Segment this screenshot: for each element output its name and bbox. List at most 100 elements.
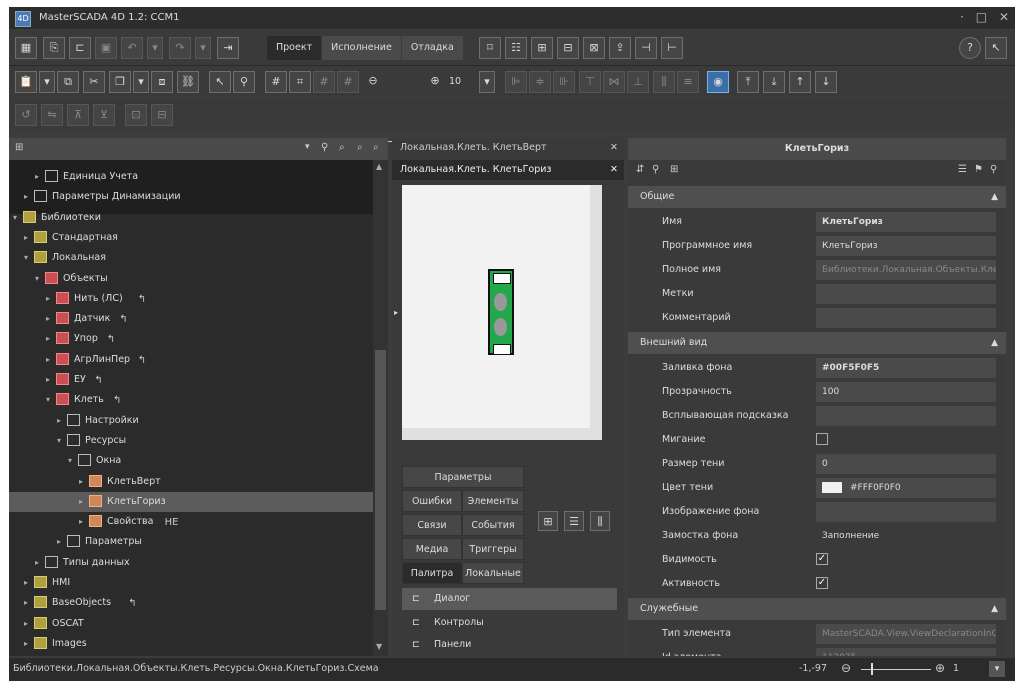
send-backward-icon[interactable]: ↓ [815, 71, 837, 93]
palette-item-controls[interactable]: ⊏ Контролы [402, 612, 617, 634]
property-value[interactable]: 0 [816, 454, 996, 474]
tree-item[interactable]: ▸ Параметры [9, 532, 373, 552]
collapse-icon[interactable]: ▲ [991, 332, 998, 354]
tree-item[interactable]: ▸ OSCAT [9, 614, 373, 634]
categories-icon[interactable]: ⊞ [670, 164, 678, 175]
property-value[interactable]: #00F5F0F5 [816, 358, 996, 378]
chevron-right-icon[interactable]: ▸ [24, 634, 28, 654]
new-project-icon[interactable]: ⎘ [43, 37, 65, 59]
property-value[interactable]: 100 [816, 382, 996, 402]
chevron-down-icon[interactable]: ▾ [35, 269, 39, 289]
grid-snap-dim-icon[interactable]: # [337, 71, 359, 93]
tree-item[interactable]: ▸ Единица Учета [9, 167, 373, 187]
tree-item[interactable]: ▸ Типы данных [9, 553, 373, 573]
tree-item[interactable]: ▸ Нить (ЛС) ↰ [9, 289, 373, 309]
chevron-right-icon[interactable]: ▸ [79, 472, 83, 492]
open-folder-icon[interactable]: ⊏ [69, 37, 91, 59]
chevron-down-icon[interactable]: ▾ [68, 451, 72, 471]
close-icon[interactable]: ✕ [999, 10, 1009, 24]
tab-project[interactable]: Проект [267, 36, 323, 60]
triggers-button[interactable]: Триггеры [462, 538, 524, 560]
save-icon[interactable]: ▣ [95, 37, 117, 59]
property-value[interactable]: #FFF0F0F0 [816, 478, 996, 498]
section-header-general[interactable]: Общие ▲ [628, 186, 1006, 208]
view-columns-icon[interactable]: ⫼ [590, 511, 610, 531]
chevron-down-icon[interactable]: ▾ [24, 248, 28, 268]
bring-forward-icon[interactable]: ↑ [789, 71, 811, 93]
canvas-hscroll[interactable] [402, 428, 590, 440]
upload-icon[interactable]: ⇪ [609, 37, 631, 59]
tree-root-icon[interactable]: ⊞ [15, 142, 23, 153]
tab-runtime[interactable]: Исполнение [322, 36, 402, 60]
chevron-right-icon[interactable]: ▸ [24, 187, 28, 207]
chevron-right-icon[interactable]: ▸ [46, 289, 50, 309]
tree-item[interactable]: ▸ Датчик ↰ [9, 309, 373, 329]
fit-window-icon[interactable]: ⌑ [479, 37, 501, 59]
collapse-icon[interactable]: ▲ [991, 186, 998, 208]
chevron-right-icon[interactable]: ▸ [79, 492, 83, 512]
search-icon[interactable]: ⌕ [339, 142, 345, 153]
tree-item[interactable]: ▸ Упор ↰ [9, 329, 373, 349]
params-button[interactable]: Параметры [402, 466, 524, 488]
align-bottom-icon[interactable]: ⊥ [627, 71, 649, 93]
tree-item[interactable]: ▸ ЕУ ↰ [9, 370, 373, 390]
distribute-h-icon[interactable]: ⫼ [653, 71, 675, 93]
view-tiles-icon[interactable]: ⊞ [538, 511, 558, 531]
property-value[interactable] [816, 502, 996, 522]
zoom-in-icon[interactable]: ⊕ [935, 661, 945, 675]
palette-item-panels[interactable]: ⊏ Панели [402, 634, 617, 656]
send-back-icon[interactable]: ⤓ [763, 71, 785, 93]
tree-item[interactable]: ▸ HMI [9, 573, 373, 593]
rotate-icon[interactable]: ↺ [15, 104, 37, 126]
tree-item[interactable]: ▾ Объекты [9, 269, 373, 289]
snap-grid-icon[interactable]: ⌗ [289, 71, 311, 93]
scroll-up-icon[interactable]: ▲ [376, 162, 382, 171]
align-top-icon[interactable]: ⊤ [579, 71, 601, 93]
zoom-in-icon[interactable]: ⊕ [425, 71, 445, 91]
locals-button[interactable]: Локальные [462, 562, 524, 584]
insert-right-icon[interactable]: ⊢ [661, 37, 683, 59]
property-value[interactable]: КлетьГориз [816, 212, 996, 232]
grid-icon[interactable]: # [265, 71, 287, 93]
group-icon[interactable]: ⧈ [151, 71, 173, 93]
view-list-icon[interactable]: ☰ [564, 511, 584, 531]
link-icon[interactable]: ⛓ [177, 71, 199, 93]
import-icon[interactable]: ⇥ [217, 37, 239, 59]
checkbox[interactable] [816, 433, 828, 445]
tree-item[interactable]: ▾ Библиотеки [9, 208, 373, 228]
property-value[interactable]: 112075 [816, 648, 996, 656]
tree-link-icon[interactable]: ⊠ [583, 37, 605, 59]
zoom-icon[interactable]: ⚲ [233, 71, 255, 93]
klet-element[interactable] [488, 269, 514, 355]
tab-klet-vert[interactable]: Локальная.Клеть. КлетьВерт ✕ [392, 138, 624, 158]
property-value[interactable]: MasterSCADA.View.ViewDeclarationInC [816, 624, 996, 644]
chevron-right-icon[interactable]: ▸ [57, 532, 61, 552]
paste-dropdown-icon[interactable]: ▾ [39, 71, 55, 93]
chevron-right-icon[interactable]: ▸ [46, 370, 50, 390]
send-bottom-icon[interactable]: ⊻ [93, 104, 115, 126]
media-button[interactable]: Медиа [402, 538, 462, 560]
align-center-icon[interactable]: ≑ [529, 71, 551, 93]
status-menu-icon[interactable]: ▾ [989, 661, 1005, 677]
property-value[interactable] [816, 284, 996, 304]
align-middle-icon[interactable]: ⋈ [603, 71, 625, 93]
status-zoom-thumb[interactable] [871, 663, 873, 675]
context-help-icon[interactable]: ↖ [985, 37, 1007, 59]
grid-dim-icon[interactable]: # [313, 71, 335, 93]
minimize-icon[interactable]: · [960, 10, 964, 24]
undo-dropdown-icon[interactable]: ▾ [147, 37, 163, 59]
tree-item[interactable]: ▸ АгрЛинПер ↰ [9, 350, 373, 370]
chevron-down-icon[interactable]: ▾ [46, 390, 50, 410]
events-button[interactable]: События [462, 514, 524, 536]
expand-arrow-icon[interactable]: ▸ [394, 308, 398, 317]
elements-button[interactable]: Элементы [462, 490, 524, 512]
property-value[interactable]: КлетьГориз [816, 236, 996, 256]
errors-button[interactable]: Ошибки [402, 490, 462, 512]
scroll-down-icon[interactable]: ▼ [376, 642, 382, 651]
palette-item-dialog[interactable]: ⊏ Диалог [402, 588, 617, 610]
chevron-right-icon[interactable]: ▸ [35, 167, 39, 187]
links-button[interactable]: Связи [402, 514, 462, 536]
section-header-appearance[interactable]: Внешний вид ▲ [628, 332, 1006, 354]
property-value[interactable] [816, 406, 996, 426]
tree-item[interactable]: ▾ Клеть ↰ [9, 390, 373, 410]
